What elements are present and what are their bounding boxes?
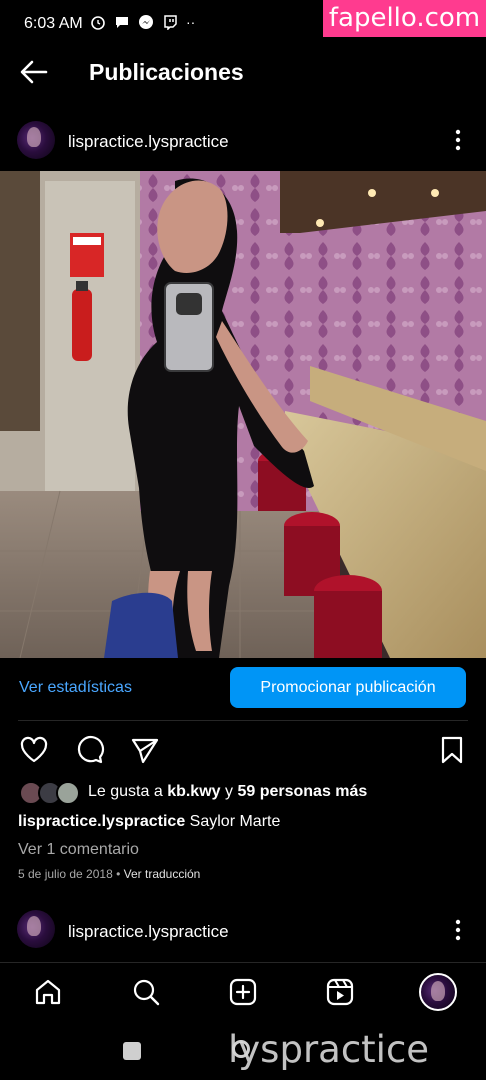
divider xyxy=(18,720,468,721)
page-title: Publicaciones xyxy=(89,59,244,85)
translate-link[interactable]: Ver traducción xyxy=(124,867,201,881)
search-icon[interactable] xyxy=(131,977,161,1007)
messenger-icon xyxy=(139,15,153,29)
likes-user[interactable]: kb.kwy xyxy=(167,783,220,800)
recent-apps-icon[interactable] xyxy=(123,1042,141,1060)
twitch-icon xyxy=(164,15,177,30)
caption-username[interactable]: lispractice.lyspractice xyxy=(18,813,185,830)
watermark-top: fapello.com xyxy=(323,0,486,37)
back-arrow-icon[interactable] xyxy=(18,58,50,86)
like-heart-icon[interactable] xyxy=(19,735,49,765)
comment-icon[interactable] xyxy=(75,735,105,765)
likes-others[interactable]: 59 personas más xyxy=(237,783,367,800)
promote-post-button[interactable]: Promocionar publicación xyxy=(230,667,466,708)
next-post-username[interactable]: lispractice.lyspractice xyxy=(68,922,229,942)
view-insights-link[interactable]: Ver estadísticas xyxy=(19,679,132,697)
likes-prefix: Le gusta a xyxy=(88,783,163,800)
dot-separator: • xyxy=(116,867,124,881)
home-icon[interactable] xyxy=(33,977,63,1007)
post-caption: lispractice.lyspractice Saylor Marte xyxy=(18,813,280,831)
post-date-line: 5 de julio de 2018 • Ver traducción xyxy=(18,867,200,881)
more-options-icon[interactable] xyxy=(454,918,462,942)
post-date: 5 de julio de 2018 xyxy=(18,867,113,881)
likes-and: y xyxy=(225,783,233,800)
more-options-icon[interactable] xyxy=(454,128,462,152)
status-icons: ·· xyxy=(90,14,195,30)
next-post-avatar[interactable] xyxy=(17,910,55,948)
post-avatar[interactable] xyxy=(17,121,55,159)
caption-text: Saylor Marte xyxy=(189,813,281,830)
chat-icon xyxy=(116,17,128,28)
save-bookmark-icon[interactable] xyxy=(437,735,467,765)
share-send-icon[interactable] xyxy=(130,735,160,765)
create-post-icon[interactable] xyxy=(228,977,258,1007)
more-notifications-icon: ·· xyxy=(186,14,196,30)
post-username[interactable]: lispractice.lyspractice xyxy=(68,132,229,152)
post-photo[interactable] xyxy=(0,171,486,658)
liker-avatar xyxy=(56,781,80,805)
likes-summary[interactable]: Le gusta a kb.kwy y 59 personas más xyxy=(88,783,367,801)
alarm-icon xyxy=(91,16,105,30)
reels-icon[interactable] xyxy=(325,977,355,1007)
watermark-bottom: lyspractice xyxy=(228,1028,430,1071)
view-comments-link[interactable]: Ver 1 comentario xyxy=(18,841,139,859)
profile-avatar-tab[interactable] xyxy=(419,973,457,1011)
status-time: 6:03 AM xyxy=(24,15,83,32)
post-photo-illustration xyxy=(0,171,486,658)
